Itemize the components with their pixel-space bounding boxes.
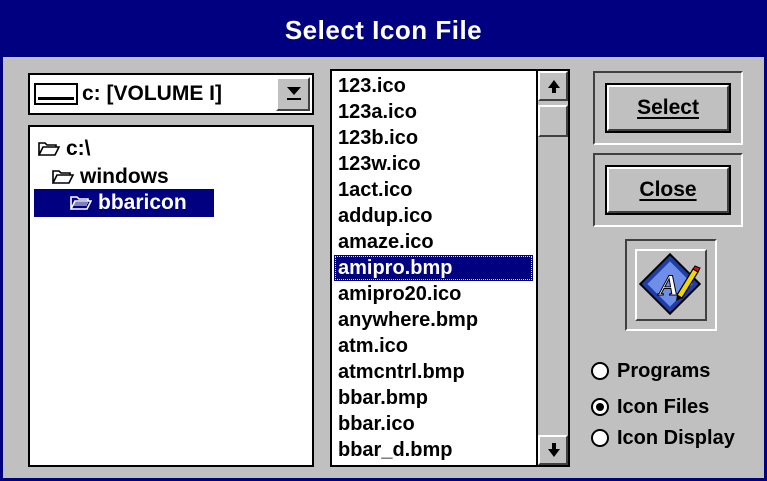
select-button[interactable]: Select <box>605 83 731 133</box>
list-item[interactable]: addup.ico <box>334 203 533 229</box>
radio-label: Icon Files <box>617 395 710 418</box>
select-button-label: Select <box>637 96 699 119</box>
close-button-label: Close <box>639 178 697 201</box>
radio-label: Programs <box>617 359 711 382</box>
close-button-frame: Close <box>593 153 743 227</box>
option-icon-files[interactable]: Icon Files <box>591 392 709 422</box>
tree-item-label: windows <box>80 165 169 188</box>
file-list[interactable]: 123.ico 123a.ico 123b.ico 123w.ico 1act.… <box>330 69 570 467</box>
select-icon-file-dialog: Select Icon File c: [VOLUME I] c:\ windo… <box>0 0 767 481</box>
list-item[interactable]: amipro20.ico <box>334 281 533 307</box>
title-bar: Select Icon File <box>3 3 764 57</box>
tree-item-bbaricon[interactable]: bbaricon <box>34 189 214 217</box>
list-item[interactable]: 123a.ico <box>334 99 533 125</box>
list-item[interactable]: anywhere.bmp <box>334 307 533 333</box>
select-button-frame: Select <box>593 71 743 145</box>
open-folder-icon <box>38 141 60 157</box>
drive-dropdown[interactable]: c: [VOLUME I] <box>28 73 314 115</box>
amipro-icon: A <box>638 252 702 316</box>
window-title: Select Icon File <box>284 14 483 45</box>
option-icon-display[interactable]: Icon Display <box>591 423 735 453</box>
list-item[interactable]: atm.ico <box>334 333 533 359</box>
scroll-up-button[interactable] <box>538 71 568 101</box>
list-item[interactable]: bbar.bmp <box>334 385 533 411</box>
list-item[interactable]: bbar_d.bmp <box>334 437 533 463</box>
icon-preview: A <box>635 249 707 321</box>
scroll-thumb[interactable] <box>538 105 568 137</box>
tree-item-label: bbaricon <box>98 191 187 214</box>
list-item[interactable]: atmcntrl.bmp <box>334 359 533 385</box>
tree-item-label: c:\ <box>66 137 91 160</box>
radio-label: Icon Display <box>617 426 735 449</box>
drive-dropdown-button[interactable] <box>276 77 310 111</box>
tree-item-windows[interactable]: windows <box>52 163 169 191</box>
arrow-up-icon <box>548 80 560 93</box>
vertical-scrollbar[interactable] <box>536 71 568 465</box>
open-folder-icon <box>70 195 92 211</box>
list-item[interactable]: 123b.ico <box>334 125 533 151</box>
close-button[interactable]: Close <box>605 165 731 215</box>
scroll-down-button[interactable] <box>538 435 568 465</box>
drive-field[interactable]: c: [VOLUME I] <box>34 79 272 109</box>
tree-item-root[interactable]: c:\ <box>38 135 91 163</box>
list-item[interactable]: bbar.ico <box>334 411 533 437</box>
hard-drive-icon <box>34 83 78 105</box>
chevron-down-icon <box>287 87 301 100</box>
option-programs[interactable]: Programs <box>591 356 710 386</box>
icon-preview-frame: A <box>625 239 717 331</box>
radio-icon-files[interactable] <box>591 398 609 416</box>
drive-label: c: [VOLUME I] <box>82 82 222 105</box>
open-folder-icon <box>52 169 74 185</box>
list-item[interactable]: amaze.ico <box>334 229 533 255</box>
radio-icon-display[interactable] <box>591 429 609 447</box>
arrow-down-icon <box>548 443 560 457</box>
list-item[interactable]: 123w.ico <box>334 151 533 177</box>
svg-text:A: A <box>657 269 679 302</box>
list-item-selected[interactable]: amipro.bmp <box>334 255 533 281</box>
directory-tree[interactable]: c:\ windows bbaricon <box>28 125 314 467</box>
list-item[interactable]: 1act.ico <box>334 177 533 203</box>
list-item[interactable]: 123.ico <box>334 73 533 99</box>
radio-programs[interactable] <box>591 362 609 380</box>
